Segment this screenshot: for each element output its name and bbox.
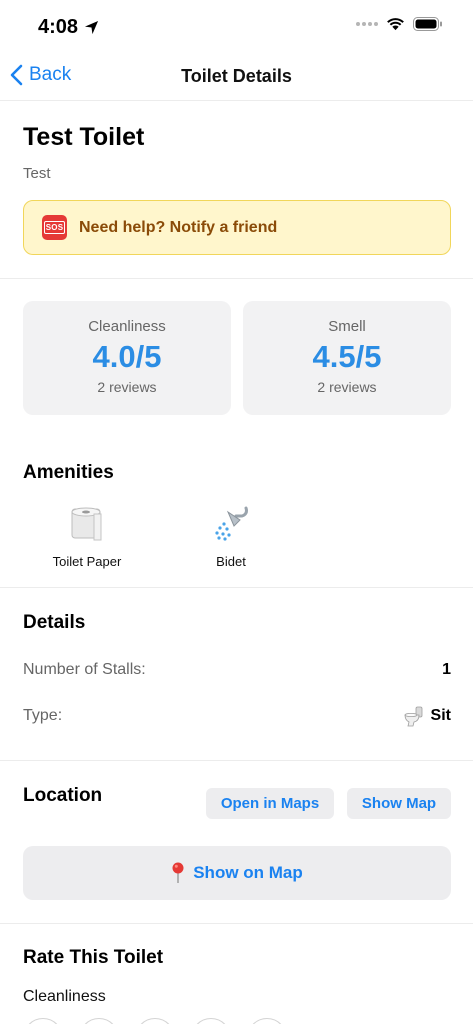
amenity-label: Bidet xyxy=(216,554,246,569)
status-time: 4:08 xyxy=(38,16,99,39)
toilet-icon xyxy=(404,706,422,727)
divider xyxy=(0,278,473,279)
show-map-button[interactable]: Show Map xyxy=(347,788,451,819)
rate-option-4[interactable] xyxy=(191,1018,231,1024)
rating-label: Cleanliness xyxy=(88,318,166,335)
rating-card-smell: Smell 4.5/5 2 reviews xyxy=(243,301,451,415)
rating-label: Smell xyxy=(328,318,366,335)
status-bar: 4:08 xyxy=(0,0,473,54)
rate-option-3[interactable] xyxy=(135,1018,175,1024)
rating-reviews: 2 reviews xyxy=(97,379,157,395)
show-on-map-label: Show on Map xyxy=(193,863,303,882)
page-title: Toilet Details xyxy=(181,66,292,86)
detail-label: Number of Stalls: xyxy=(23,661,146,678)
location-arrow-icon xyxy=(84,20,99,35)
sos-icon: SOS xyxy=(42,215,67,240)
navigation-bar: Back Toilet Details xyxy=(0,54,473,101)
amenity-toilet-paper: Toilet Paper xyxy=(22,502,152,569)
status-indicators xyxy=(356,17,443,31)
sos-notify-button[interactable]: SOS Need help? Notify a friend xyxy=(23,200,451,255)
amenities-title: Amenities xyxy=(23,462,114,483)
detail-row-stalls: Number of Stalls: 1 xyxy=(23,661,451,679)
show-on-map-button[interactable]: Show on Map xyxy=(23,846,451,900)
detail-value: 1 xyxy=(442,661,451,678)
rate-option-1[interactable] xyxy=(23,1018,63,1024)
wifi-icon xyxy=(387,18,404,31)
shower-head-icon xyxy=(215,506,248,541)
rating-card-cleanliness: Cleanliness 4.0/5 2 reviews xyxy=(23,301,231,415)
rating-reviews: 2 reviews xyxy=(317,379,377,395)
detail-value: Sit xyxy=(403,705,451,727)
amenity-label: Toilet Paper xyxy=(52,554,122,569)
rating-value: 4.5/5 xyxy=(312,339,382,374)
location-title: Location xyxy=(23,785,103,806)
map-pin-icon xyxy=(172,862,184,883)
rating-value: 4.0/5 xyxy=(92,339,162,374)
divider xyxy=(0,923,473,924)
rate-cleanliness-label: Cleanliness xyxy=(23,988,106,1005)
divider xyxy=(0,587,473,588)
detail-row-type: Type: Sit xyxy=(23,705,451,727)
amenity-bidet: Bidet xyxy=(166,502,296,569)
toilet-paper-icon xyxy=(71,507,102,541)
rate-option-5[interactable] xyxy=(247,1018,287,1024)
cellular-signal-icon xyxy=(356,22,378,26)
sos-text: Need help? Notify a friend xyxy=(79,218,278,236)
details-title: Details xyxy=(23,612,86,633)
divider xyxy=(0,760,473,761)
rate-option-2[interactable] xyxy=(79,1018,119,1024)
toilet-description: Test xyxy=(23,165,51,182)
detail-label: Type: xyxy=(23,707,63,724)
open-in-maps-button[interactable]: Open in Maps xyxy=(206,788,334,819)
battery-icon xyxy=(413,17,442,31)
toilet-name: Test Toilet xyxy=(23,123,145,151)
rate-title: Rate This Toilet xyxy=(23,947,164,968)
